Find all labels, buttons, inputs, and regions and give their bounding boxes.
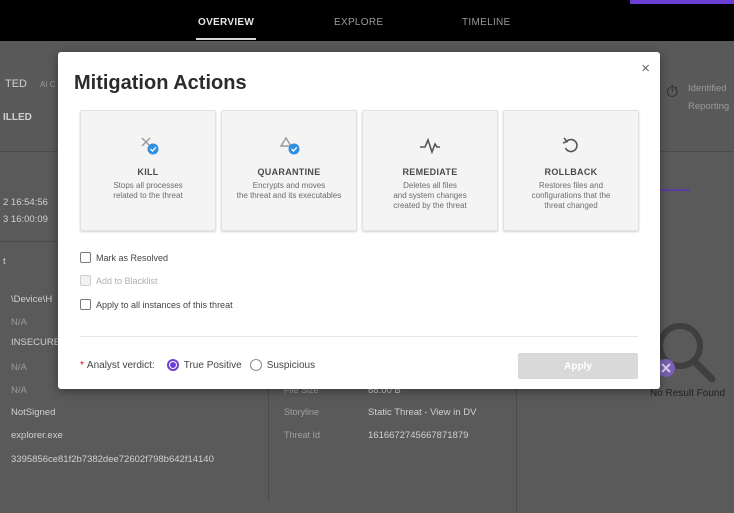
tab-overview[interactable]: OVERVIEW [195, 17, 257, 40]
suspicious-radio[interactable] [249, 359, 262, 371]
rollback-action-card[interactable]: ROLLBACK Restores files and configuratio… [503, 110, 639, 231]
remediate-action-card[interactable]: REMEDIATE Deletes all files and system c… [362, 110, 498, 231]
value-na-1: N/A [11, 317, 27, 328]
top-nav: OVERVIEW EXPLORE TIMELINE [0, 0, 734, 41]
file-path: \Device\H [11, 294, 53, 305]
apply-button[interactable]: Apply [518, 353, 638, 379]
add-to-blacklist-label: Add to Blacklist [96, 275, 158, 286]
true-positive-label[interactable]: True Positive [184, 360, 242, 371]
quarantine-title: QUARANTINE [257, 167, 321, 177]
add-to-blacklist-checkbox: Add to Blacklist [80, 275, 158, 286]
dialog-title: Mitigation Actions [74, 72, 247, 94]
stopwatch-icon: ⏱ [666, 84, 679, 101]
threat-id-value: 1616672745667871879 [368, 430, 469, 441]
rollback-description: Restores files and configurations that t… [531, 181, 611, 210]
tab-explore[interactable]: EXPLORE [334, 17, 383, 28]
checkbox-box [80, 275, 91, 286]
apply-all-instances-checkbox[interactable]: Apply to all instances of this threat [80, 299, 233, 310]
originating-process: explorer.exe [11, 430, 63, 441]
suspicious-label[interactable]: Suspicious [267, 360, 315, 371]
rollback-title: ROLLBACK [544, 167, 598, 177]
remediate-description: Deletes all files and system changes cre… [393, 181, 467, 210]
checkbox-box[interactable] [80, 299, 91, 310]
kill-title: KILL [137, 167, 159, 177]
magnifier-icon [657, 323, 716, 383]
mitigation-actions-dialog: × Mitigation Actions KILL Stops all proc… [58, 52, 660, 389]
status-text: TED [5, 78, 27, 90]
mark-resolved-checkbox[interactable]: Mark as Resolved [80, 252, 168, 263]
killed-badge: ILLED [3, 112, 32, 123]
kill-action-card[interactable]: KILL Stops all processes related to the … [80, 110, 216, 231]
accent-strip [630, 0, 734, 4]
storyline-label: Storyline [284, 407, 320, 417]
apply-all-instances-label: Apply to all instances of this threat [96, 299, 233, 310]
quarantine-icon [222, 135, 356, 157]
rollback-icon [504, 135, 638, 157]
reporting-label: Reporting [688, 101, 730, 112]
close-icon[interactable]: × [641, 60, 650, 77]
value-na-3: N/A [11, 385, 27, 396]
kill-icon [81, 135, 215, 157]
column-header: t [3, 256, 6, 267]
verdict-label: Analyst verdict: [86, 359, 155, 371]
kill-description: Stops all processes related to the threa… [113, 181, 183, 200]
analyst-verdict: * Analyst verdict: True Positive Suspici… [80, 359, 315, 371]
mark-resolved-label: Mark as Resolved [96, 252, 169, 263]
tab-timeline[interactable]: TIMELINE [462, 17, 511, 28]
value-na-2: N/A [11, 362, 27, 373]
active-tab-indicator [660, 189, 690, 191]
true-positive-radio[interactable] [166, 359, 179, 371]
identified-label: Identified [688, 83, 727, 94]
remediate-title: REMEDIATE [402, 167, 458, 177]
storyline-link[interactable]: Static Threat - View in DV [368, 407, 476, 418]
divider [80, 336, 638, 337]
sha1-hash[interactable]: 3395856ce81f2b7382dee72602f798b642f14140 [11, 454, 214, 465]
quarantine-description: Encrypts and moves the threat and its ex… [236, 181, 342, 200]
quarantine-action-card[interactable]: QUARANTINE Encrypts and moves the threat… [221, 110, 357, 231]
pulse-icon [363, 135, 497, 157]
checkbox-box[interactable] [80, 252, 91, 263]
signature-status: NotSigned [11, 407, 56, 418]
time-reported: 3 16:00:09 [3, 214, 48, 225]
time-identified: 2 16:54:56 [3, 197, 48, 208]
threat-id-label: Threat Id [284, 430, 321, 440]
required-marker: * [80, 359, 84, 371]
security-status: INSECURE [11, 337, 61, 348]
ai-text: AI C [40, 80, 56, 89]
no-result-text: No Result Found [650, 388, 726, 399]
